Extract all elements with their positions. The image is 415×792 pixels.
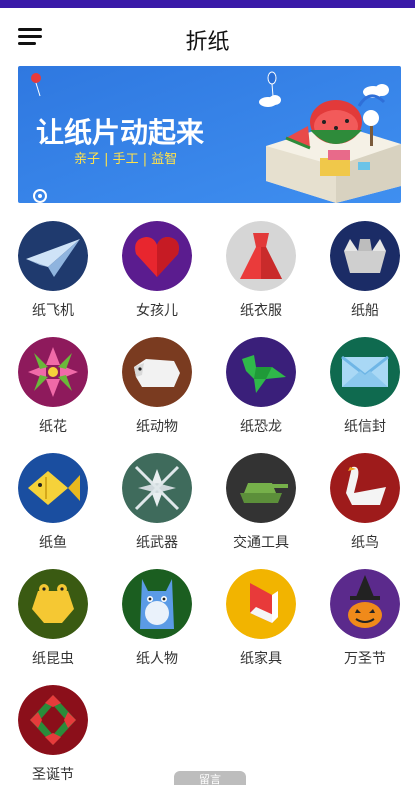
pumpkin-icon	[330, 569, 400, 639]
category-label: 女孩儿	[136, 303, 178, 319]
category-label: 纸衣服	[240, 303, 282, 319]
tank-icon	[226, 453, 296, 523]
category-label: 纸鱼	[39, 535, 67, 551]
boat-icon	[330, 221, 400, 291]
category-item-furniture[interactable]: 纸家具	[211, 566, 311, 676]
category-item-flower[interactable]: 纸花	[3, 334, 103, 444]
banner-tags: 亲子 | 手工 | 益智	[74, 152, 177, 167]
category-label: 纸武器	[136, 535, 178, 551]
category-label: 万圣节	[344, 651, 386, 667]
weapon-icon	[122, 453, 192, 523]
heart-icon	[122, 221, 192, 291]
wreath-icon	[18, 685, 88, 755]
envelope-icon	[330, 337, 400, 407]
top-app-bar: 折纸	[0, 8, 415, 64]
category-item-christmas[interactable]: 圣诞节	[3, 682, 103, 792]
category-item-paper-airplane[interactable]: 纸飞机	[3, 218, 103, 328]
category-label: 纸鸟	[351, 535, 379, 551]
promo-banner[interactable]: 让纸片动起来 亲子 | 手工 | 益智	[18, 66, 401, 203]
category-item-animals[interactable]: 纸动物	[107, 334, 207, 444]
animal-icon	[122, 337, 192, 407]
category-label: 纸家具	[240, 651, 282, 667]
category-item-fish[interactable]: 纸鱼	[3, 450, 103, 560]
category-label: 纸花	[39, 419, 67, 435]
banner-headline: 让纸片动起来	[36, 116, 204, 149]
category-label: 圣诞节	[32, 767, 74, 783]
category-label: 纸昆虫	[32, 651, 74, 667]
paper-airplane-icon	[18, 221, 88, 291]
category-label: 纸飞机	[32, 303, 74, 319]
category-item-envelope[interactable]: 纸信封	[315, 334, 415, 444]
character-icon	[122, 569, 192, 639]
page-title: 折纸	[185, 30, 230, 55]
category-label: 纸人物	[136, 651, 178, 667]
category-item-halloween[interactable]: 万圣节	[315, 566, 415, 676]
category-label: 交通工具	[233, 535, 289, 551]
dress-icon	[226, 221, 296, 291]
category-item-bird[interactable]: 纸鸟	[315, 450, 415, 560]
category-item-dinosaur[interactable]: 纸恐龙	[211, 334, 311, 444]
category-item-clothes[interactable]: 纸衣服	[211, 218, 311, 328]
category-item-girl[interactable]: 女孩儿	[107, 218, 207, 328]
swan-icon	[330, 453, 400, 523]
furniture-icon	[226, 569, 296, 639]
category-item-vehicles[interactable]: 交通工具	[211, 450, 311, 560]
flower-icon	[18, 337, 88, 407]
category-item-boat[interactable]: 纸船	[315, 218, 415, 328]
category-item-characters[interactable]: 纸人物	[107, 566, 207, 676]
category-item-insects[interactable]: 纸昆虫	[3, 566, 103, 676]
status-bar	[0, 0, 415, 8]
category-label: 纸船	[351, 303, 379, 319]
category-label: 纸信封	[344, 419, 386, 435]
dinosaur-icon	[226, 337, 296, 407]
fish-icon	[18, 453, 88, 523]
category-label: 纸动物	[136, 419, 178, 435]
category-label: 纸恐龙	[240, 419, 282, 435]
frog-icon	[18, 569, 88, 639]
category-item-weapons[interactable]: 纸武器	[107, 450, 207, 560]
